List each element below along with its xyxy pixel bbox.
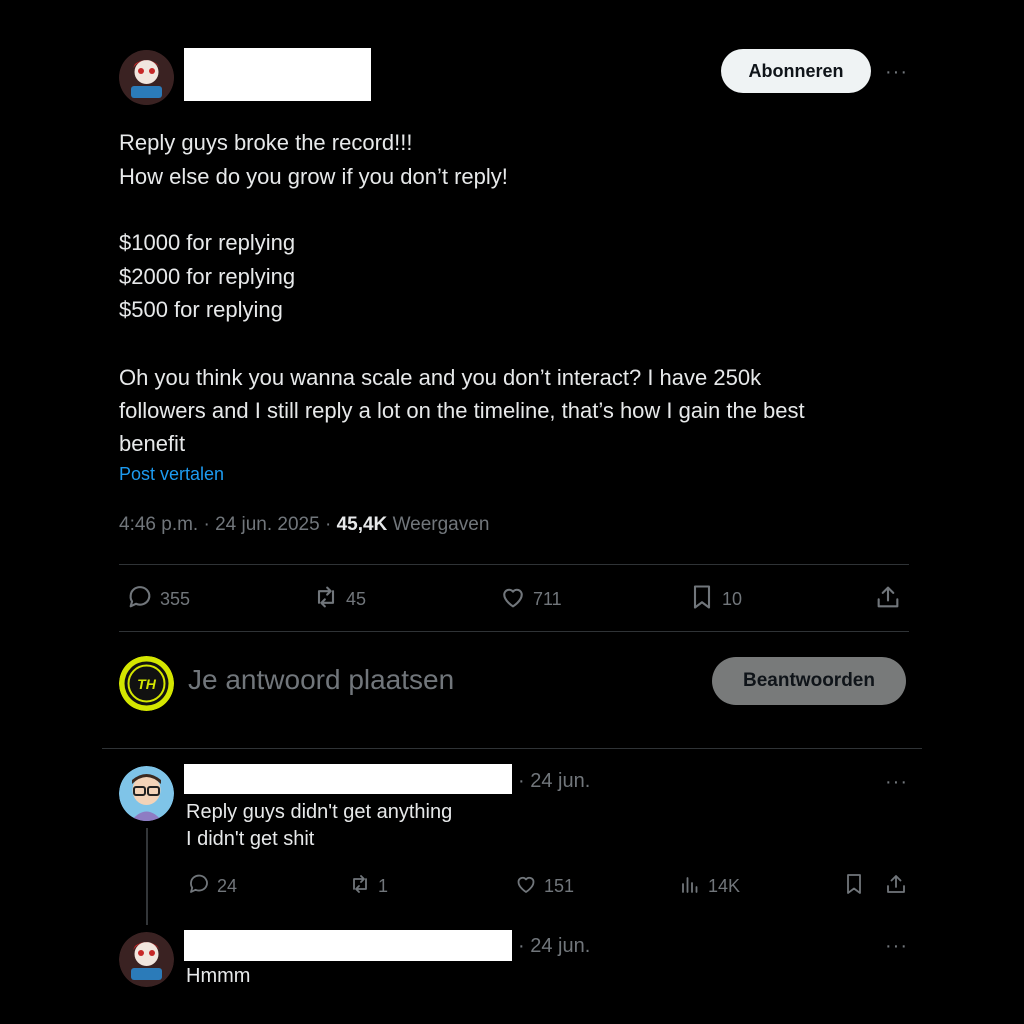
repost-count: 45 — [346, 589, 367, 609]
current-user-avatar[interactable]: TH — [119, 656, 174, 711]
bookmark-button[interactable] — [842, 872, 866, 901]
repost-button[interactable]: 45 — [312, 583, 366, 616]
reply-icon — [187, 872, 211, 901]
post-more-icon[interactable]: ··· — [885, 62, 908, 82]
analytics-icon — [678, 872, 702, 901]
post-text-line: $2000 for replying — [119, 264, 296, 289]
like-button[interactable]: 711 — [499, 583, 562, 616]
avatar-initials: TH — [137, 676, 157, 692]
like-button[interactable]: 151 — [514, 872, 574, 901]
heart-icon — [499, 583, 527, 616]
views-button[interactable]: 14K — [678, 872, 740, 901]
post-text-line: followers and I still reply a lot on the… — [119, 398, 805, 423]
reply-author-avatar[interactable] — [119, 766, 174, 821]
reply-date[interactable]: · 24 jun. — [518, 935, 590, 958]
follow-button[interactable]: Abonneren — [721, 49, 871, 93]
post-text-line: Oh you think you wanna scale and you don… — [119, 365, 762, 390]
share-icon — [874, 583, 902, 616]
reply-icon — [126, 583, 154, 616]
reply-more-icon[interactable]: ··· — [885, 936, 908, 956]
post-text-line: How else do you grow if you don’t reply! — [119, 164, 508, 189]
bookmark-button[interactable]: 10 — [688, 583, 742, 616]
views-count: 45,4K — [336, 514, 388, 535]
reply-text-line: I didn't get shit — [186, 828, 315, 850]
reply-date[interactable]: · 24 jun. — [518, 770, 590, 793]
reply-text-line: Hmmm — [186, 965, 251, 987]
reply-author-avatar[interactable] — [119, 932, 174, 987]
share-icon — [884, 872, 908, 901]
post-metadata: 4:46 p.m. · 24 jun. 2025 · 45,4K Weergav… — [119, 514, 489, 536]
reply-author-name-redacted — [184, 930, 512, 961]
divider — [102, 748, 922, 749]
author-avatar[interactable] — [119, 50, 174, 105]
reply-button[interactable]: 355 — [126, 583, 190, 616]
bookmark-count: 10 — [722, 589, 743, 609]
repost-count: 1 — [378, 876, 389, 896]
thread-line — [146, 828, 148, 925]
repost-icon — [348, 872, 372, 901]
submit-reply-button[interactable]: Beantwoorden — [712, 657, 906, 705]
reply-input[interactable]: Je antwoord plaatsen — [188, 664, 454, 696]
reply-text-line: Reply guys didn't get anything — [186, 801, 453, 823]
reply-more-icon[interactable]: ··· — [885, 772, 908, 792]
post-text-line: $500 for replying — [119, 297, 283, 322]
like-count: 151 — [544, 876, 575, 896]
post-text-line: Reply guys broke the record!!! — [119, 130, 413, 155]
translate-link[interactable]: Post vertalen — [119, 464, 224, 485]
like-count: 711 — [533, 589, 562, 609]
share-button[interactable] — [884, 872, 908, 901]
divider — [119, 564, 909, 565]
divider — [119, 631, 909, 632]
repost-button[interactable]: 1 — [348, 872, 388, 901]
repost-icon — [312, 583, 340, 616]
heart-icon — [514, 872, 538, 901]
reply-count: 355 — [160, 589, 191, 609]
bookmark-icon — [842, 872, 866, 901]
post-text-line: $1000 for replying — [119, 230, 296, 255]
reply-button[interactable]: 24 — [187, 872, 237, 901]
share-button[interactable] — [874, 583, 902, 616]
reply-author-name-redacted — [184, 764, 512, 794]
post-text-line: benefit — [119, 431, 186, 456]
reply-count: 24 — [217, 876, 238, 896]
post-timestamp[interactable]: 4:46 p.m. · 24 jun. 2025 · — [119, 514, 337, 535]
author-name-redacted — [184, 48, 371, 101]
bookmark-icon — [688, 583, 716, 616]
views-count: 14K — [708, 876, 741, 896]
views-label: Weergaven — [392, 514, 490, 535]
